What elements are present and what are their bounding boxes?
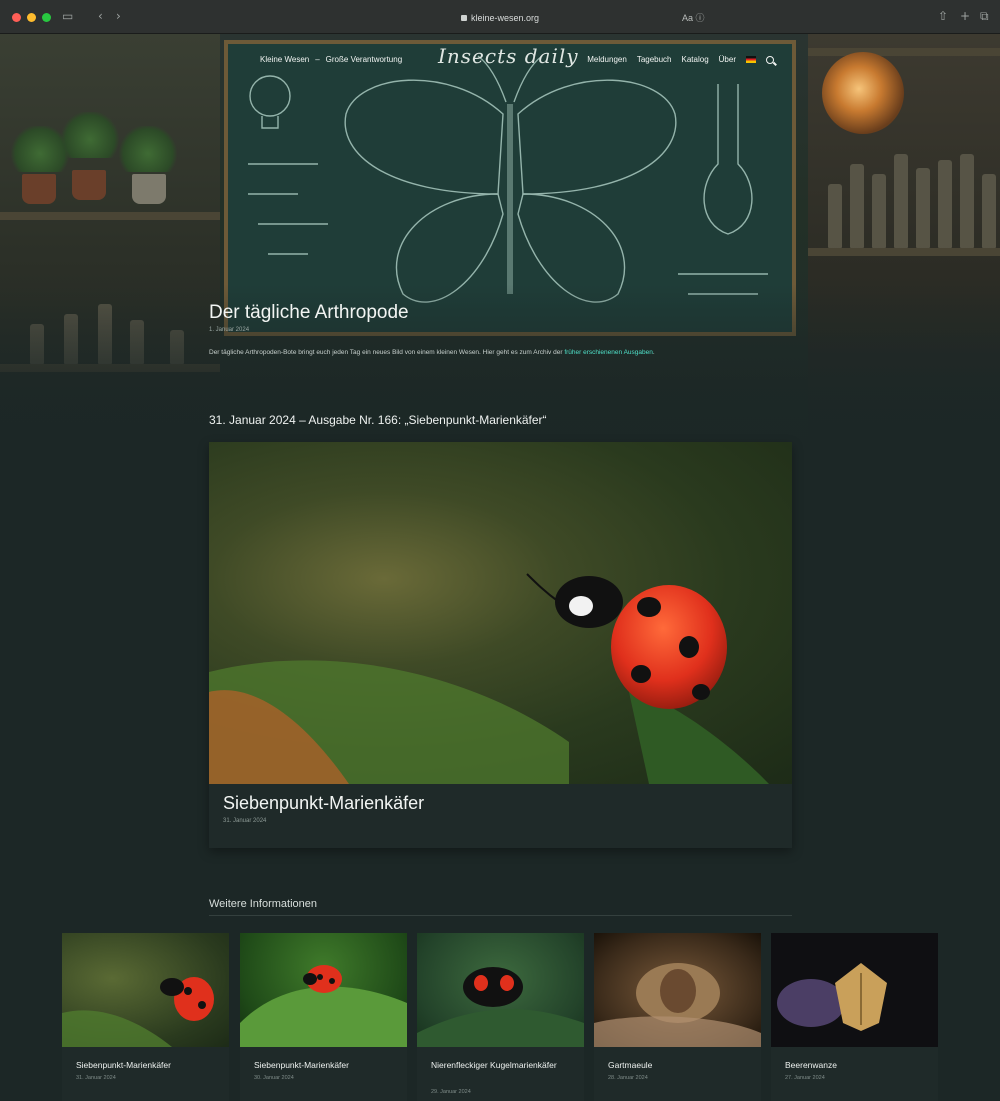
- article-card[interactable]: Beerenwanze 27. Januar 2024: [771, 933, 938, 1101]
- search-icon[interactable]: [766, 55, 774, 64]
- lightbulb-image: [822, 52, 904, 134]
- close-window-button[interactable]: [12, 13, 21, 22]
- featured-title[interactable]: Siebenpunkt-Marienkäfer: [223, 793, 424, 814]
- tabs-icon[interactable]: ⧉: [980, 9, 989, 24]
- issue-heading: 31. Januar 2024 – Ausgabe Nr. 166: „Sieb…: [209, 413, 547, 427]
- window-controls: [12, 13, 51, 22]
- article-card[interactable]: Siebenpunkt-Marienkäfer 30. Januar 2024: [240, 933, 407, 1101]
- site-logo[interactable]: Insects daily: [438, 44, 579, 68]
- nav-right-links: Meldungen Tagebuch Katalog Über: [587, 55, 774, 64]
- url-text: kleine-wesen.org: [470, 12, 540, 23]
- section-divider: [209, 915, 792, 916]
- featured-article-card[interactable]: Siebenpunkt-Marienkäfer 31. Januar 2024: [209, 442, 792, 848]
- zoom-window-button[interactable]: [42, 13, 51, 22]
- article-card[interactable]: Siebenpunkt-Marienkäfer 31. Januar 2024: [62, 933, 229, 1101]
- sidebar-icon[interactable]: ▭: [62, 9, 73, 23]
- page-intro: Der tägliche Arthropoden-Bote bringt euc…: [209, 347, 793, 359]
- address-bar[interactable]: kleine-wesen.org: [420, 10, 580, 25]
- page-date: 1. Januar 2024: [209, 327, 250, 333]
- card-title[interactable]: Beerenwanze: [785, 1058, 930, 1072]
- card-date: 27. Januar 2024: [785, 1075, 825, 1081]
- card-image-moth[interactable]: [594, 933, 761, 1047]
- nav-item-ueber[interactable]: Über: [719, 55, 736, 64]
- card-date: 28. Januar 2024: [608, 1075, 648, 1081]
- card-date: 29. Januar 2024: [431, 1089, 471, 1095]
- card-image-ladybug[interactable]: [62, 933, 229, 1047]
- nav-item-tagebuch[interactable]: Tagebuch: [637, 55, 672, 64]
- browser-toolbar: ▭ ‹ › kleine-wesen.org Aa ⓘ ⇧ + ⧉: [0, 0, 1000, 34]
- reader-button[interactable]: Aa ⓘ: [682, 11, 705, 24]
- share-icon[interactable]: ⇧: [938, 9, 948, 23]
- nav-item-katalog[interactable]: Katalog: [682, 55, 709, 64]
- card-date: 31. Januar 2024: [76, 1075, 116, 1081]
- hero-banner: [0, 34, 1000, 464]
- featured-ladybug-image[interactable]: [209, 442, 792, 784]
- plus-icon[interactable]: +: [960, 9, 970, 23]
- nav-item-kleine-wesen[interactable]: Kleine Wesen: [260, 55, 309, 64]
- card-title[interactable]: Gartmaeule: [608, 1058, 753, 1072]
- intro-end: .: [652, 349, 655, 356]
- section-title: Weitere Informationen: [209, 898, 318, 910]
- nav-item-meldungen[interactable]: Meldungen: [587, 55, 627, 64]
- card-title[interactable]: Siebenpunkt-Marienkäfer: [76, 1058, 221, 1072]
- featured-date: 31. Januar 2024: [223, 818, 267, 824]
- page-title: Der tägliche Arthropode: [209, 302, 409, 323]
- intro-text: Der tägliche Arthropoden-Bote bringt euc…: [209, 349, 565, 356]
- card-image-ladybug-leaf[interactable]: [240, 933, 407, 1047]
- german-flag-icon[interactable]: [746, 56, 756, 63]
- card-title[interactable]: Siebenpunkt-Marienkäfer: [254, 1058, 399, 1072]
- archive-link[interactable]: früher erschienenen Ausgaben: [564, 349, 653, 356]
- article-card[interactable]: Gartmaeule 28. Januar 2024: [594, 933, 761, 1101]
- nav-item-grosse-verantwortung[interactable]: Große Verantwortung: [326, 55, 402, 64]
- card-title[interactable]: Nierenfleckiger Kugelmarienkäfer: [431, 1058, 576, 1072]
- article-card[interactable]: Nierenfleckiger Kugelmarienkäfer 29. Jan…: [417, 933, 584, 1101]
- minimize-window-button[interactable]: [27, 13, 36, 22]
- lock-icon: [460, 14, 467, 21]
- nav-left-links: Kleine Wesen – Große Verantwortung: [260, 55, 403, 64]
- forward-button[interactable]: ›: [116, 9, 121, 23]
- main-navigation: Kleine Wesen – Große Verantwortung Insec…: [240, 44, 780, 70]
- card-image-shieldbug[interactable]: [771, 933, 938, 1047]
- card-date: 30. Januar 2024: [254, 1075, 294, 1081]
- back-button[interactable]: ‹: [98, 9, 103, 23]
- card-image-kidney-ladybird[interactable]: [417, 933, 584, 1047]
